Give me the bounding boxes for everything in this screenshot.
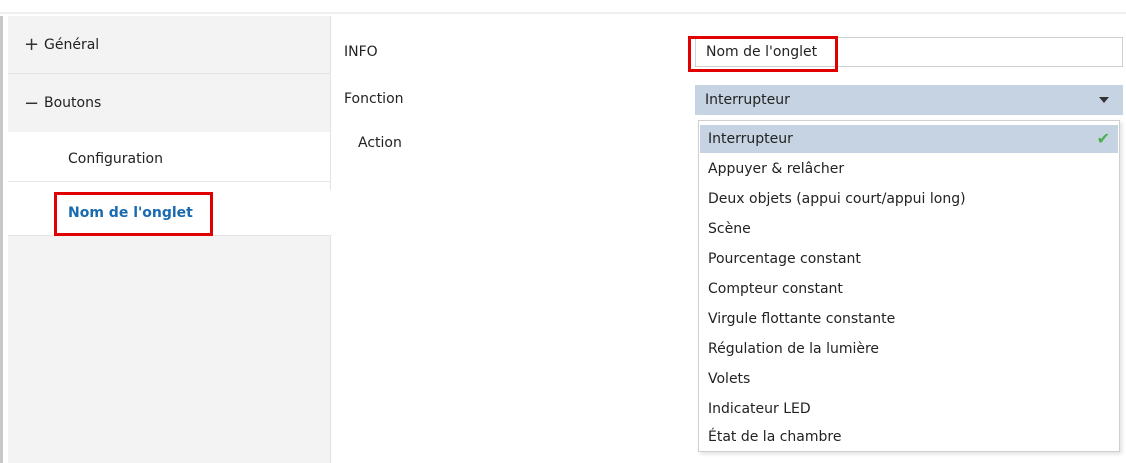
dropdown-option[interactable]: Volets: [700, 365, 1118, 393]
dropdown-option[interactable]: Virgule flottante constante: [700, 305, 1118, 333]
dropdown-option-label: Compteur constant: [708, 281, 843, 297]
sidebar-item-label: Général: [44, 36, 100, 53]
dropdown-option-label: Virgule flottante constante: [708, 311, 896, 327]
fonction-select[interactable]: Interrupteur: [695, 85, 1123, 115]
dropdown-option-label: Indicateur LED: [708, 401, 811, 417]
top-bar: [0, 0, 1126, 14]
dropdown-option-label: Scène: [708, 221, 751, 237]
dropdown-option-label: Deux objets (appui court/appui long): [708, 191, 966, 207]
sidebar-subitem-label: Nom de l'onglet: [68, 204, 193, 221]
info-input[interactable]: [695, 37, 1123, 67]
info-label: INFO: [344, 44, 378, 60]
group-notch: [18, 116, 38, 126]
expand-icon: +: [24, 34, 40, 55]
dropdown-option-label: Volets: [708, 371, 751, 387]
dropdown-option[interactable]: Pourcentage constant: [700, 245, 1118, 273]
dropdown-option-label: Régulation de la lumière: [708, 341, 880, 357]
check-icon: ✔: [1096, 129, 1110, 148]
collapse-icon: −: [24, 92, 40, 114]
dropdown-option[interactable]: Indicateur LED: [700, 395, 1118, 423]
dropdown-option[interactable]: Régulation de la lumière: [700, 335, 1118, 363]
chevron-down-icon: [1099, 97, 1109, 103]
app-window: + Général − Boutons Configuration Nom de…: [0, 0, 1126, 463]
dropdown-option-label: État de la chambre: [708, 429, 842, 445]
dropdown-option-label: Appuyer & relâcher: [708, 161, 845, 177]
action-label: Action: [358, 135, 402, 151]
sidebar-item-boutons[interactable]: − Boutons: [8, 74, 330, 132]
dropdown-option-label: Interrupteur: [708, 131, 793, 147]
sidebar: + Général − Boutons: [8, 16, 330, 463]
dropdown-option[interactable]: État de la chambre: [700, 423, 1118, 451]
fonction-label: Fonction: [344, 91, 404, 107]
left-edge: [0, 16, 3, 463]
sidebar-divider: [330, 16, 331, 463]
dropdown-option[interactable]: Compteur constant: [700, 275, 1118, 303]
dropdown-option[interactable]: Appuyer & relâcher: [700, 155, 1118, 183]
dropdown-option[interactable]: Deux objets (appui court/appui long): [700, 185, 1118, 213]
dropdown-option-label: Pourcentage constant: [708, 251, 861, 267]
sidebar-subitem-nom-onglet[interactable]: Nom de l'onglet: [8, 190, 332, 236]
fonction-select-value: Interrupteur: [705, 92, 790, 108]
fonction-dropdown-list: Interrupteur ✔ Appuyer & relâcher Deux o…: [698, 120, 1120, 452]
sidebar-item-label: Boutons: [44, 95, 102, 111]
sidebar-subitem-configuration[interactable]: Configuration: [8, 136, 330, 182]
dropdown-option[interactable]: Scène: [700, 215, 1118, 243]
sidebar-item-general[interactable]: + Général: [8, 16, 330, 74]
sidebar-subitem-label: Configuration: [68, 150, 163, 167]
dropdown-option[interactable]: Interrupteur ✔: [700, 125, 1118, 153]
